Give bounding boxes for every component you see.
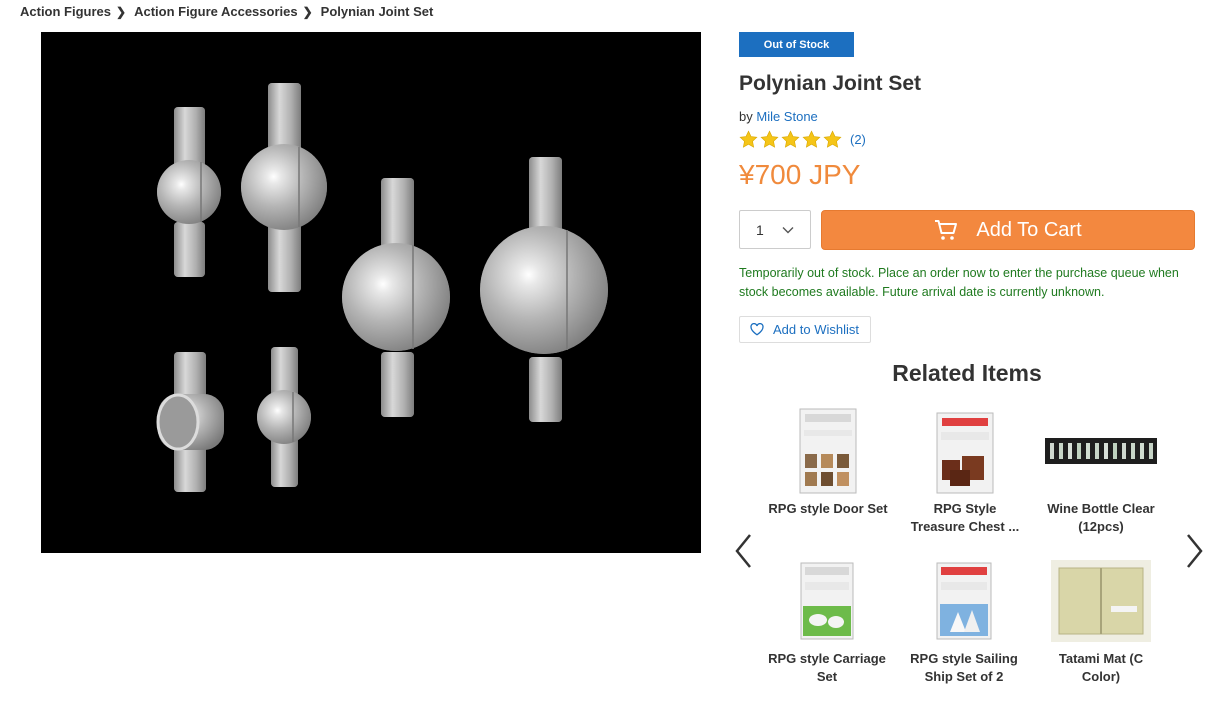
stock-notice: Temporarily out of stock. Place an order…: [739, 266, 1179, 299]
chevron-right-icon[interactable]: [1185, 532, 1205, 570]
wishlist-label: Add to Wishlist: [773, 322, 859, 337]
related-item-label: RPG Style Treasure Chest ...: [910, 501, 1020, 534]
product-photo: [156, 83, 608, 492]
product-thumbnail: [936, 412, 994, 494]
star-icon: [760, 130, 779, 148]
breadcrumb-current: Polynian Joint Set: [320, 4, 434, 19]
product-price: ¥700 JPY: [739, 159, 861, 190]
breadcrumb: Action Figures ❯ Action Figure Accessori…: [20, 4, 433, 19]
add-to-cart-button[interactable]: Add To Cart: [821, 210, 1195, 250]
related-item-label: RPG style Door Set: [768, 501, 888, 516]
star-icon: [802, 130, 821, 148]
related-item-label: Tatami Mat (C Color): [1058, 651, 1144, 684]
chevron-left-icon[interactable]: [733, 532, 753, 570]
product-thumbnail: [799, 408, 857, 494]
cart-icon: [935, 220, 958, 240]
quantity-select[interactable]: 1: [739, 210, 811, 249]
product-thumbnail: [1051, 560, 1151, 642]
chevron-right-icon: ❯: [116, 4, 127, 19]
related-item-door-set[interactable]: RPG style Door Set: [768, 408, 888, 518]
related-item-carriage-set[interactable]: RPG style Carriage Set: [767, 562, 887, 686]
related-item-treasure-chest[interactable]: RPG Style Treasure Chest ...: [905, 412, 1025, 536]
chevron-down-icon: [782, 227, 794, 234]
product-title: Polynian Joint Set: [739, 72, 922, 95]
related-items-title: Related Items: [892, 360, 1042, 386]
product-rating[interactable]: (2): [739, 130, 866, 149]
review-count-link[interactable]: (2): [850, 132, 866, 147]
breadcrumb-link-action-figure-accessories[interactable]: Action Figure Accessories: [134, 4, 298, 19]
star-icon: [823, 130, 842, 148]
product-byline: by Mile Stone: [739, 109, 818, 124]
heart-icon: [750, 323, 764, 336]
add-to-cart-label: Add To Cart: [976, 218, 1082, 241]
related-item-wine-bottle[interactable]: Wine Bottle Clear (12pcs): [1041, 438, 1161, 536]
star-icon: [739, 130, 758, 148]
related-item-label: RPG style Carriage Set: [768, 651, 886, 684]
brand-link[interactable]: Mile Stone: [756, 109, 817, 124]
product-thumbnail: [800, 562, 854, 640]
add-to-wishlist-button[interactable]: Add to Wishlist: [739, 316, 871, 343]
related-item-tatami-mat[interactable]: Tatami Mat (C Color): [1041, 560, 1161, 686]
by-label: by: [739, 109, 753, 124]
product-image[interactable]: [41, 32, 701, 553]
chevron-right-icon: ❯: [302, 4, 313, 19]
related-item-sailing-ship[interactable]: RPG style Sailing Ship Set of 2: [904, 562, 1024, 686]
star-icon: [781, 130, 800, 148]
breadcrumb-link-action-figures[interactable]: Action Figures: [20, 4, 111, 19]
related-item-label: Wine Bottle Clear (12pcs): [1047, 501, 1155, 534]
stock-badge: Out of Stock: [739, 32, 854, 57]
quantity-value: 1: [756, 221, 764, 238]
product-thumbnail: [1045, 438, 1157, 464]
product-thumbnail: [936, 562, 992, 640]
related-item-label: RPG style Sailing Ship Set of 2: [910, 651, 1018, 684]
